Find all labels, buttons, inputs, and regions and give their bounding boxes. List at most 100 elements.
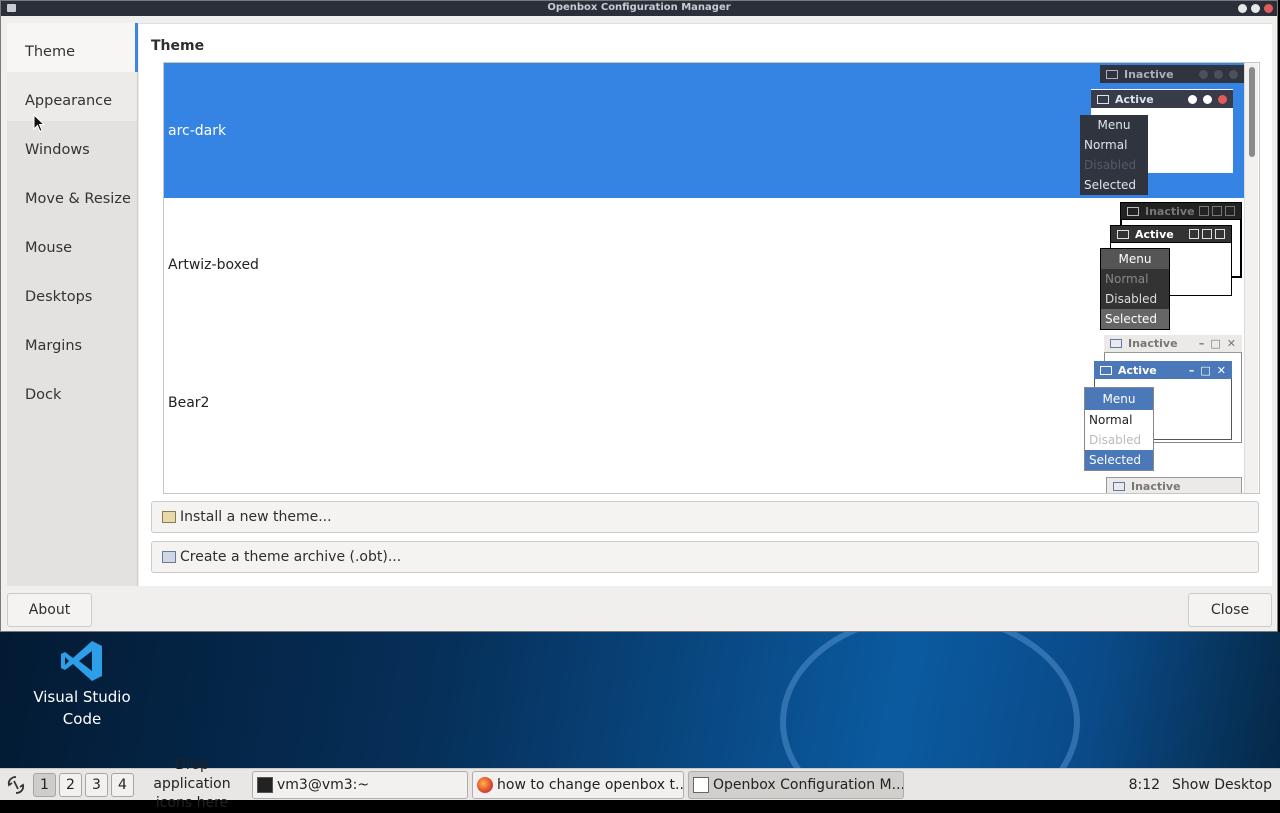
preview-menu-title: Menu: [1101, 249, 1169, 269]
about-button[interactable]: About: [7, 593, 92, 627]
theme-row-arc-dark[interactable]: arc-dark Inactive Active Menu Normal Dis…: [164, 63, 1244, 198]
task-terminal[interactable]: vm3@vm3:~: [252, 770, 468, 799]
window-icon: [1100, 365, 1112, 375]
theme-preview: Inactive Active Menu Normal Disabled Sel…: [1100, 200, 1244, 330]
install-theme-button[interactable]: Install a new theme...: [151, 501, 1259, 533]
openbox-config-window: Openbox Configuration Manager Theme Appe…: [0, 0, 1278, 632]
desktop-icon-vscode[interactable]: Visual Studio Code: [30, 638, 134, 730]
preview-menu-normal: Normal: [1084, 138, 1128, 152]
sidebar-item-windows[interactable]: Windows: [7, 121, 137, 170]
preview-menu: Menu Normal Disabled Selected: [1084, 387, 1154, 471]
preview-active-titlebar: Active: [1110, 225, 1232, 243]
window-icon: [1117, 229, 1129, 239]
window-icon: [1106, 69, 1118, 79]
preview-inactive-label: Inactive: [1124, 67, 1174, 81]
preview-menu-disabled: Disabled: [1084, 158, 1137, 172]
clock[interactable]: 8:12: [1129, 777, 1160, 793]
theme-name: arc-dark: [168, 123, 227, 139]
preview-menu-title: Menu: [1097, 118, 1131, 132]
preview-menu-disabled: Disabled: [1089, 433, 1142, 447]
terminal-icon: [257, 776, 273, 793]
close-window-icon[interactable]: [1264, 4, 1273, 13]
maximize-icon[interactable]: [1251, 4, 1260, 13]
task-label: how to change openbox t...: [497, 776, 684, 793]
preview-active-label: Active: [1115, 92, 1154, 106]
theme-name: Bear2: [168, 395, 210, 411]
application-menu-button[interactable]: [2, 771, 30, 799]
desktop: Visual Studio Code: [0, 632, 1280, 768]
window-icon: [1127, 206, 1139, 216]
theme-row-bear2[interactable]: Bear2 Inactive – □ ✕ Active – □ ✕ Menu N…: [164, 333, 1244, 493]
theme-row-artwiz-boxed[interactable]: Artwiz-boxed Inactive Active Menu Normal…: [164, 198, 1244, 333]
install-theme-label: Install a new theme...: [180, 509, 332, 525]
create-archive-button[interactable]: Create a theme archive (.obt)...: [151, 541, 1259, 573]
firefox-icon: [477, 776, 493, 793]
workspace-4[interactable]: 4: [111, 772, 134, 797]
window-icon: [693, 776, 709, 793]
preview-active-label: Active: [1118, 363, 1157, 377]
preview-active-titlebar: Active – □ ✕: [1094, 361, 1232, 379]
section-title: Theme: [151, 38, 205, 54]
preview-menu-normal: Normal: [1105, 272, 1149, 286]
window-menu-icon[interactable]: [7, 4, 16, 12]
window-titlebar[interactable]: Openbox Configuration Manager: [1, 1, 1277, 16]
theme-preview: Inactive Active Menu Normal Disabled Sel…: [1080, 65, 1244, 195]
vscode-icon: [61, 641, 102, 681]
sidebar: Theme Appearance Windows Move & Resize M…: [7, 23, 138, 586]
archive-icon: [162, 551, 176, 563]
theme-name: Artwiz-boxed: [168, 257, 259, 273]
preview-inactive-label: Inactive: [1131, 479, 1181, 493]
sidebar-item-move-resize[interactable]: Move & Resize: [7, 170, 137, 219]
preview-active-titlebar: Active: [1091, 90, 1233, 108]
sidebar-item-dock[interactable]: Dock: [7, 366, 137, 415]
preview-inactive-titlebar: Inactive – □ ✕: [1104, 335, 1242, 353]
task-openbox-config[interactable]: Openbox Configuration M...: [688, 770, 904, 799]
preview-menu-normal: Normal: [1089, 413, 1133, 427]
preview-inactive-titlebar: Inactive: [1100, 65, 1244, 83]
preview-menu: Menu Normal Disabled Selected: [1100, 248, 1170, 330]
task-label: vm3@vm3:~: [277, 776, 370, 793]
window-icon: [1113, 481, 1125, 491]
minimize-icon[interactable]: [1238, 4, 1247, 13]
task-firefox[interactable]: how to change openbox t...: [472, 770, 684, 799]
preview-menu-disabled: Disabled: [1105, 292, 1158, 306]
preview-inactive-label: Inactive: [1128, 337, 1178, 350]
window-icon: [1097, 94, 1109, 104]
theme-list[interactable]: arc-dark Inactive Active Menu Normal Dis…: [163, 62, 1260, 494]
mouse-pointer-icon: [33, 114, 45, 133]
drop-zone-label: icons here: [155, 795, 229, 811]
sidebar-item-desktops[interactable]: Desktops: [7, 268, 137, 317]
show-desktop-button[interactable]: Show Desktop: [1172, 777, 1272, 793]
preview-active-label: Active: [1135, 227, 1174, 241]
workspace-1[interactable]: 1: [33, 772, 56, 797]
preview-menu-selected: Selected: [1085, 450, 1153, 470]
theme-panel: Theme arc-dark Inactive Active Menu Norm…: [139, 23, 1272, 586]
sidebar-item-margins[interactable]: Margins: [7, 317, 137, 366]
drop-zone-label: Drop application: [153, 757, 231, 792]
app-menu-icon: [7, 775, 25, 794]
sidebar-item-theme[interactable]: Theme: [7, 23, 138, 72]
task-label: Openbox Configuration M...: [713, 776, 904, 793]
preview-menu-title: Menu: [1085, 388, 1153, 410]
taskbar: 1 2 3 4 Drop application icons here vm3@…: [0, 757, 1280, 811]
theme-list-scrollbar[interactable]: [1244, 63, 1258, 493]
preview-inactive-titlebar-next: Inactive: [1106, 477, 1242, 493]
folder-icon: [162, 511, 176, 523]
preview-menu: Menu Normal Disabled Selected: [1080, 115, 1148, 195]
create-archive-label: Create a theme archive (.obt)...: [180, 549, 402, 565]
sidebar-item-mouse[interactable]: Mouse: [7, 219, 137, 268]
desktop-icon-label: Code: [62, 710, 102, 728]
scrollbar-thumb[interactable]: [1249, 67, 1255, 157]
sidebar-item-appearance[interactable]: Appearance: [7, 72, 137, 121]
preview-inactive-titlebar: Inactive: [1120, 202, 1242, 220]
preview-menu-selected: Selected: [1080, 175, 1148, 195]
workspace-2[interactable]: 2: [59, 772, 82, 797]
workspace-3[interactable]: 3: [85, 772, 108, 797]
preview-menu-selected: Selected: [1101, 309, 1169, 329]
window-title: Openbox Configuration Manager: [547, 2, 731, 13]
theme-preview: Inactive – □ ✕ Active – □ ✕ Menu Normal Disa…: [1084, 333, 1244, 493]
desktop-icon-label: Visual Studio: [33, 688, 131, 706]
window-icon: [1110, 339, 1122, 348]
launcher-drop-zone[interactable]: Drop application icons here: [136, 756, 248, 813]
close-button[interactable]: Close: [1188, 593, 1272, 627]
